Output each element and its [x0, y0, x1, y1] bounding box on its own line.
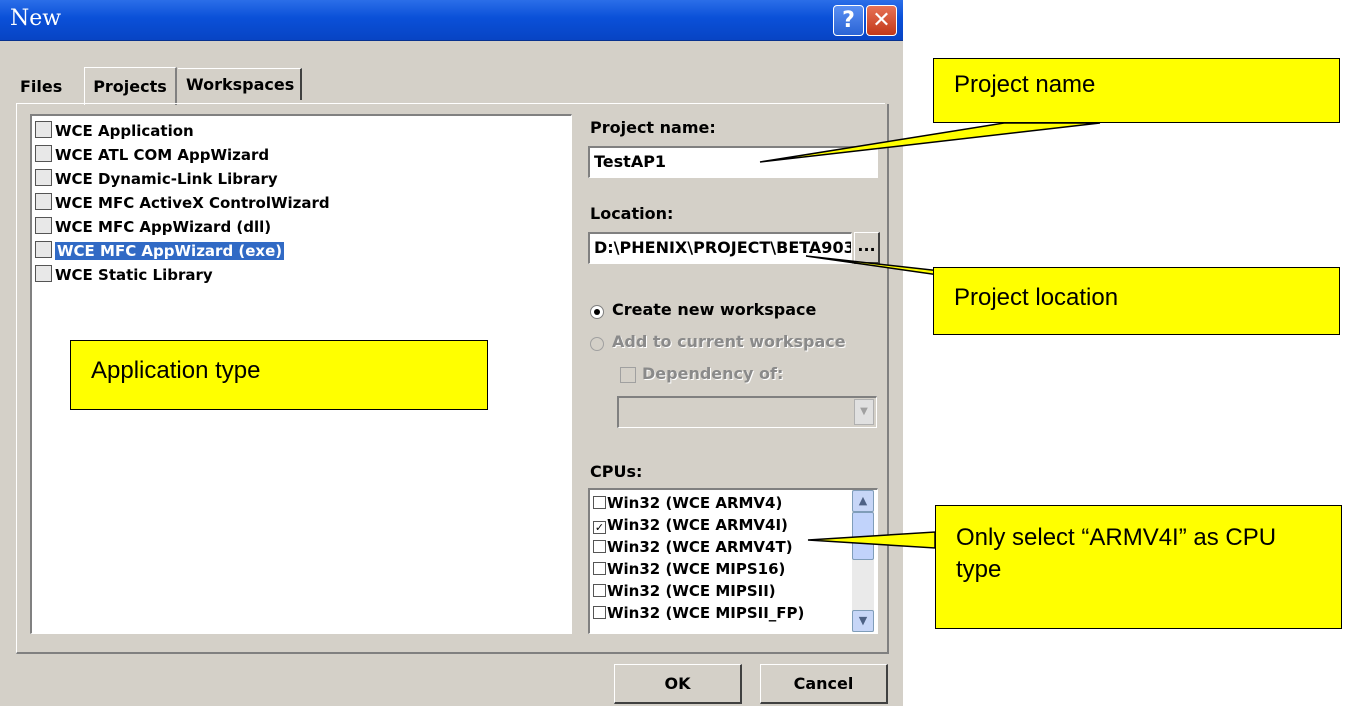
cpu-type-pointer — [807, 531, 936, 549]
callout-project-name: Project name — [933, 58, 1340, 123]
project-name-pointer — [759, 122, 1101, 163]
callout-project-location: Project location — [933, 267, 1340, 335]
callout-cpu-type: Only select “ARMV4I” as CPU type — [935, 505, 1342, 629]
callout-application-type: Application type — [70, 340, 488, 410]
